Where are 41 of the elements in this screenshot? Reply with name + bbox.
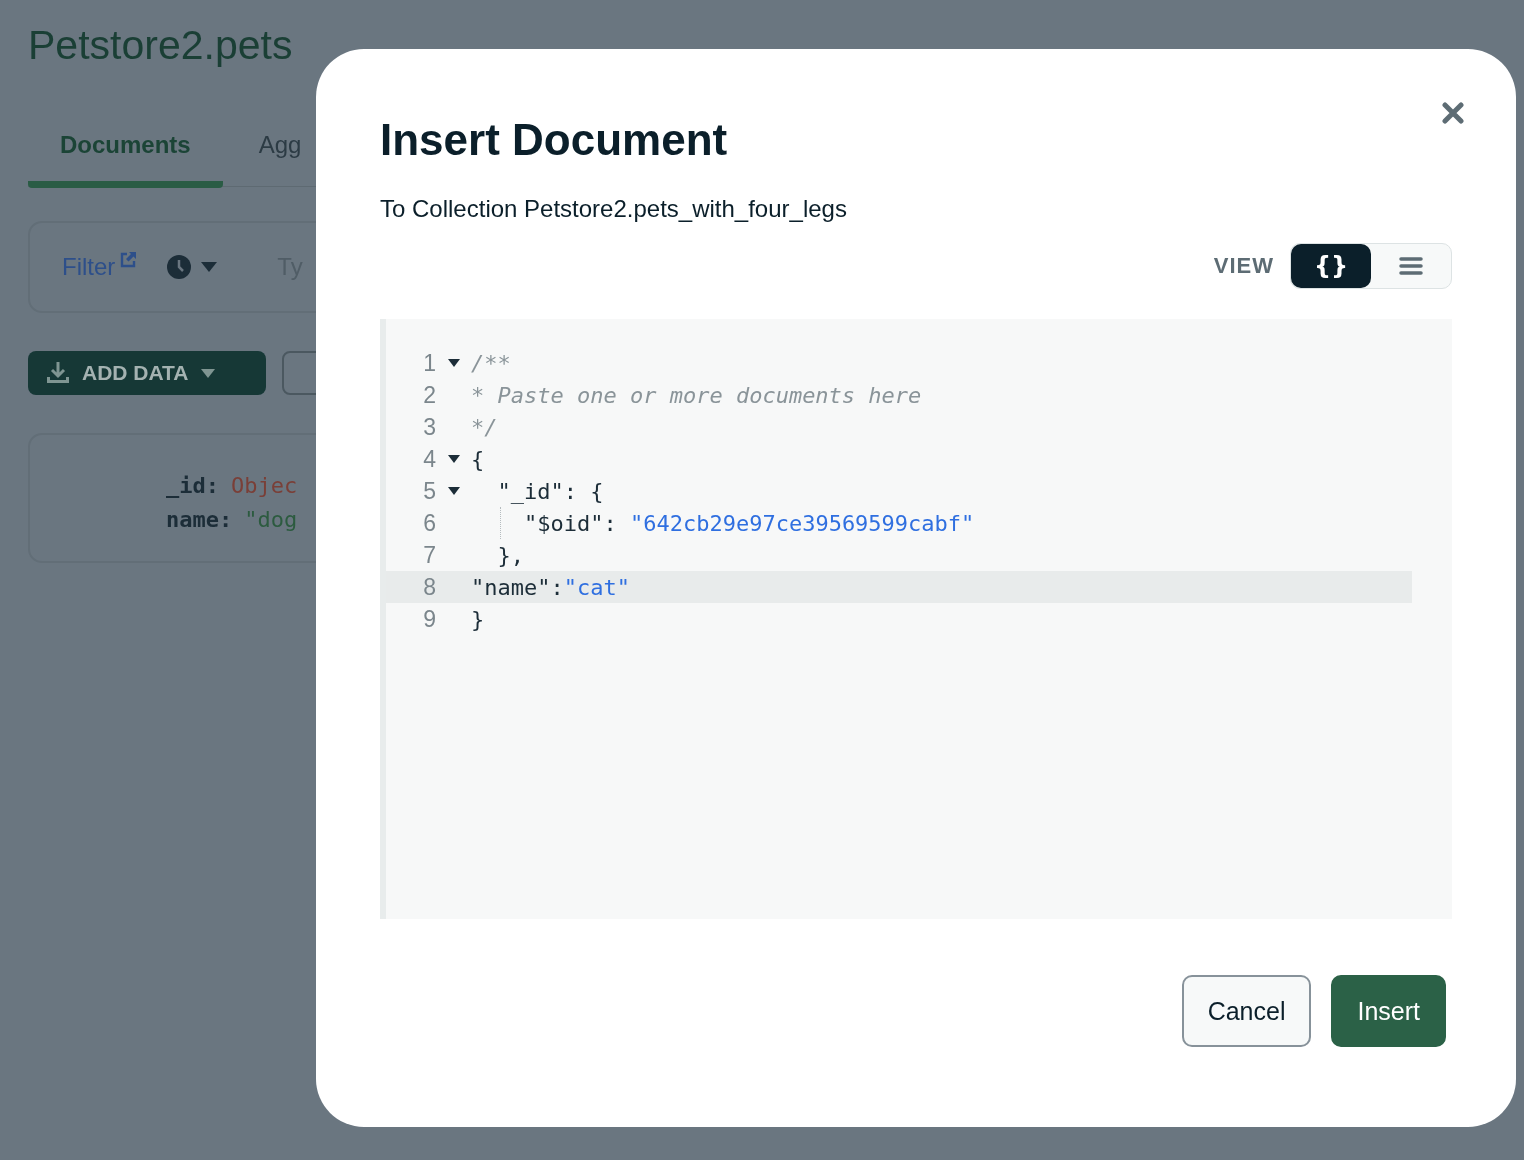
- fold-caret-icon[interactable]: [447, 455, 460, 463]
- code-line: /**: [471, 350, 511, 376]
- code-line: {: [471, 446, 485, 472]
- line-number: 2: [422, 381, 436, 409]
- dialog-subtitle: To Collection Petstore2.pets_with_four_legs: [380, 195, 848, 223]
- field-key: _id:: [166, 469, 219, 503]
- caret-icon[interactable]: [201, 262, 218, 272]
- json-view-button[interactable]: {}: [1291, 244, 1371, 288]
- fold-caret-icon[interactable]: [447, 359, 460, 367]
- code-line: */: [471, 414, 498, 440]
- line-number: 3: [422, 413, 436, 441]
- field-key: name:: [166, 503, 233, 537]
- clock-icon[interactable]: [167, 255, 192, 279]
- code-line: "$oid": "642cb29e97ce39569599cabf": [522, 510, 975, 536]
- code-line: }: [471, 606, 485, 632]
- line-number: 9: [422, 605, 436, 633]
- caret-icon: [200, 368, 215, 378]
- code-line: * Paste one or more documents here: [471, 382, 922, 408]
- line-number: 8: [422, 573, 436, 601]
- download-icon: [46, 361, 70, 385]
- field-value: Objec: [231, 472, 298, 500]
- cancel-button[interactable]: Cancel: [1181, 975, 1312, 1047]
- field-value: "dog: [244, 506, 298, 534]
- line-number: 4: [422, 445, 436, 473]
- line-number: 7: [422, 541, 436, 569]
- view-label: VIEW: [1213, 253, 1274, 279]
- external-link-icon: [119, 251, 138, 269]
- close-icon[interactable]: [1442, 102, 1464, 124]
- line-number: 1: [422, 349, 436, 377]
- code-line: "_id": {: [496, 478, 604, 504]
- fold-caret-icon[interactable]: [447, 487, 460, 495]
- line-number: 5: [422, 477, 436, 505]
- line-number: 6: [422, 509, 436, 537]
- menu-icon: [1399, 256, 1423, 276]
- insert-button[interactable]: Insert: [1331, 975, 1446, 1047]
- add-data-button[interactable]: ADD DATA: [28, 351, 266, 395]
- code-line: },: [496, 542, 524, 568]
- code-line: "name":"cat": [471, 574, 630, 600]
- dialog-title: Insert Document: [380, 115, 729, 165]
- page-title: Petstore2.pets: [28, 22, 294, 69]
- code-editor[interactable]: 1 /** 2 * Paste one or more documents here 3 */ 4 { 5 "_id": { 6 "$oid": "642cb29e97ce39569599cabf" 7 }, 8 "name":"cat" 9 }: [380, 319, 1452, 919]
